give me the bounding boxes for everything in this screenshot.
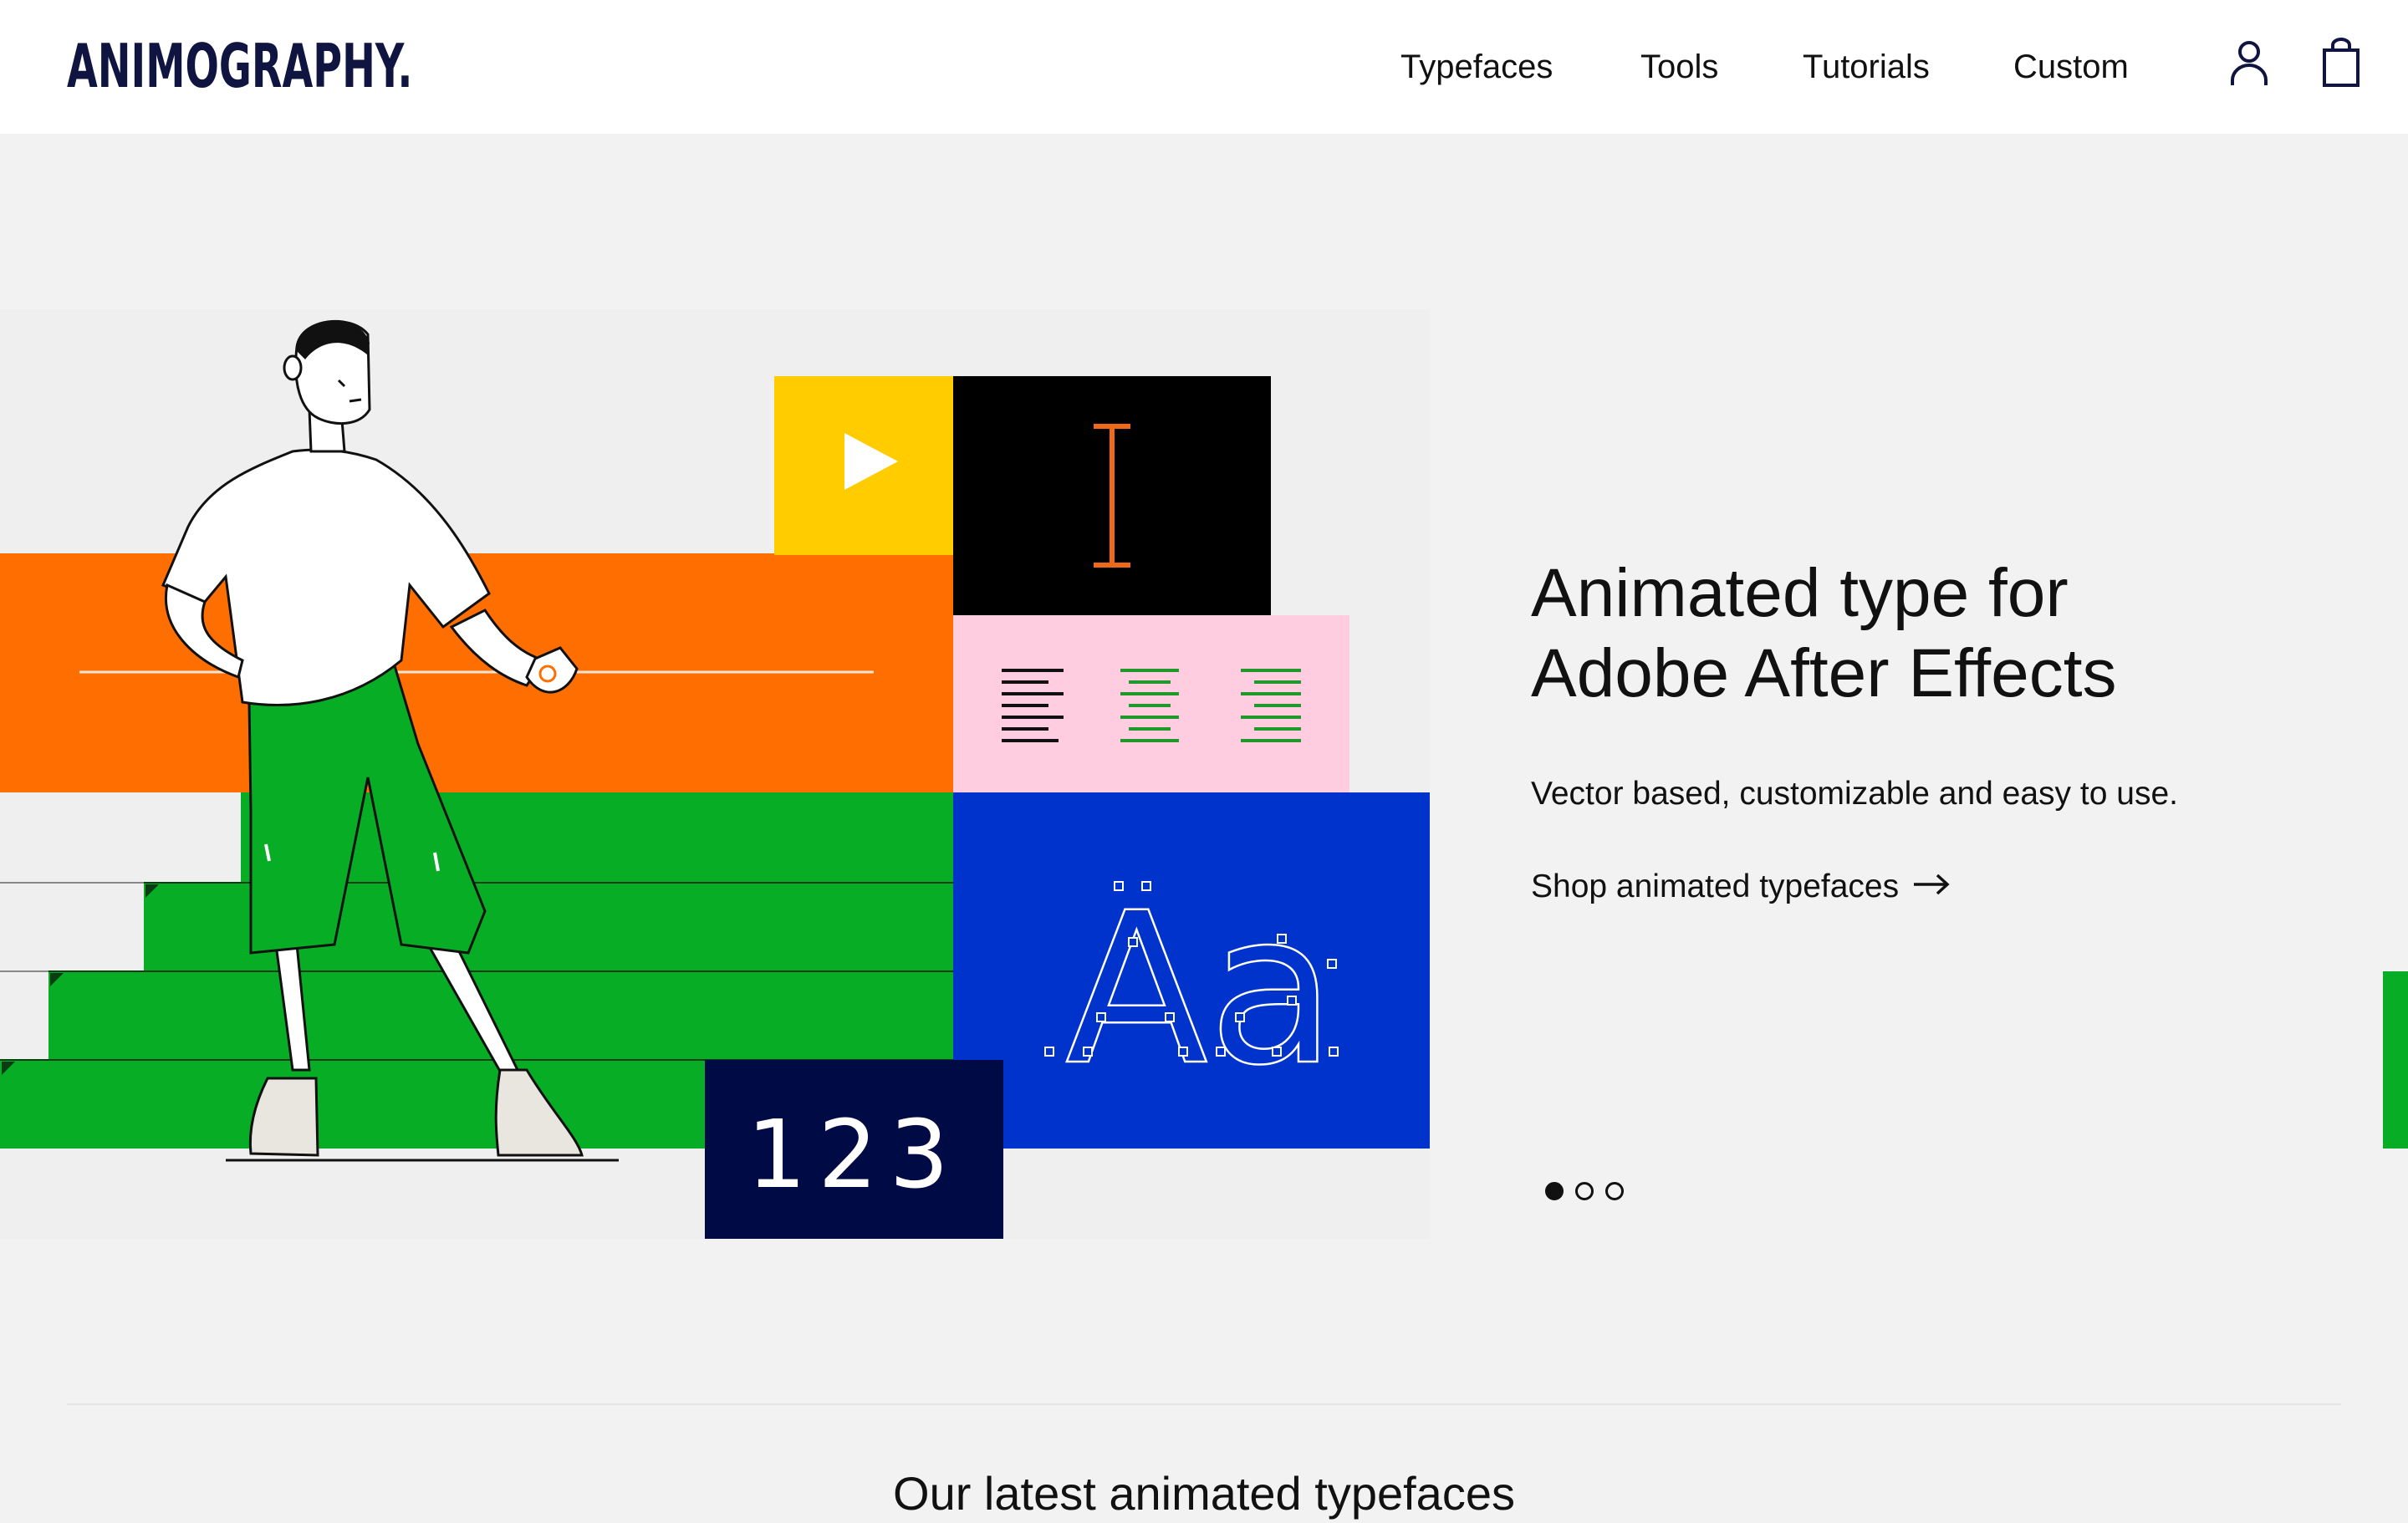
next-slide-peek[interactable] xyxy=(2383,971,2408,1149)
site-logo[interactable]: ANIMOGRAPHY. xyxy=(67,28,412,104)
user-icon[interactable] xyxy=(2227,37,2271,94)
carousel-dot-2[interactable] xyxy=(1575,1182,1594,1200)
nav-custom[interactable]: Custom xyxy=(2013,43,2129,90)
shop-link-label: Shop animated typefaces xyxy=(1531,868,1900,904)
nav-tutorials[interactable]: Tutorials xyxy=(1803,43,1930,90)
carousel-dot-3[interactable] xyxy=(1605,1182,1624,1200)
hero-headline: Animated type for Adobe After Effects xyxy=(1531,553,2317,714)
hero-subtitle: Vector based, customizable and easy to u… xyxy=(1531,776,2178,812)
align-center-icon xyxy=(1120,669,1179,742)
shop-animated-typefaces-link[interactable]: Shop animated typefaces xyxy=(1531,865,1951,909)
arrow-right-icon xyxy=(1912,865,1951,909)
section-divider xyxy=(67,1403,2341,1405)
hero-headline-line-2: Adobe After Effects xyxy=(1531,635,2117,711)
nav-tools[interactable]: Tools xyxy=(1640,43,1718,90)
carousel-dot-1[interactable] xyxy=(1545,1182,1564,1200)
latest-typefaces-heading: Our latest animated typefaces xyxy=(893,1467,1515,1520)
hero-illustration: Aa 123 xyxy=(0,309,1430,1239)
nav-typefaces[interactable]: Typefaces xyxy=(1400,43,1553,90)
carousel-dots xyxy=(1545,1182,1624,1205)
hero-headline-line-1: Animated type for xyxy=(1531,555,2069,631)
shopping-bag-icon[interactable] xyxy=(2319,37,2363,94)
site-header: ANIMOGRAPHY. Typefaces Tools Tutorials C… xyxy=(0,0,2408,134)
glyph-outline-text: Aa xyxy=(1065,868,1336,1111)
number-tile-text: 123 xyxy=(747,1101,961,1210)
